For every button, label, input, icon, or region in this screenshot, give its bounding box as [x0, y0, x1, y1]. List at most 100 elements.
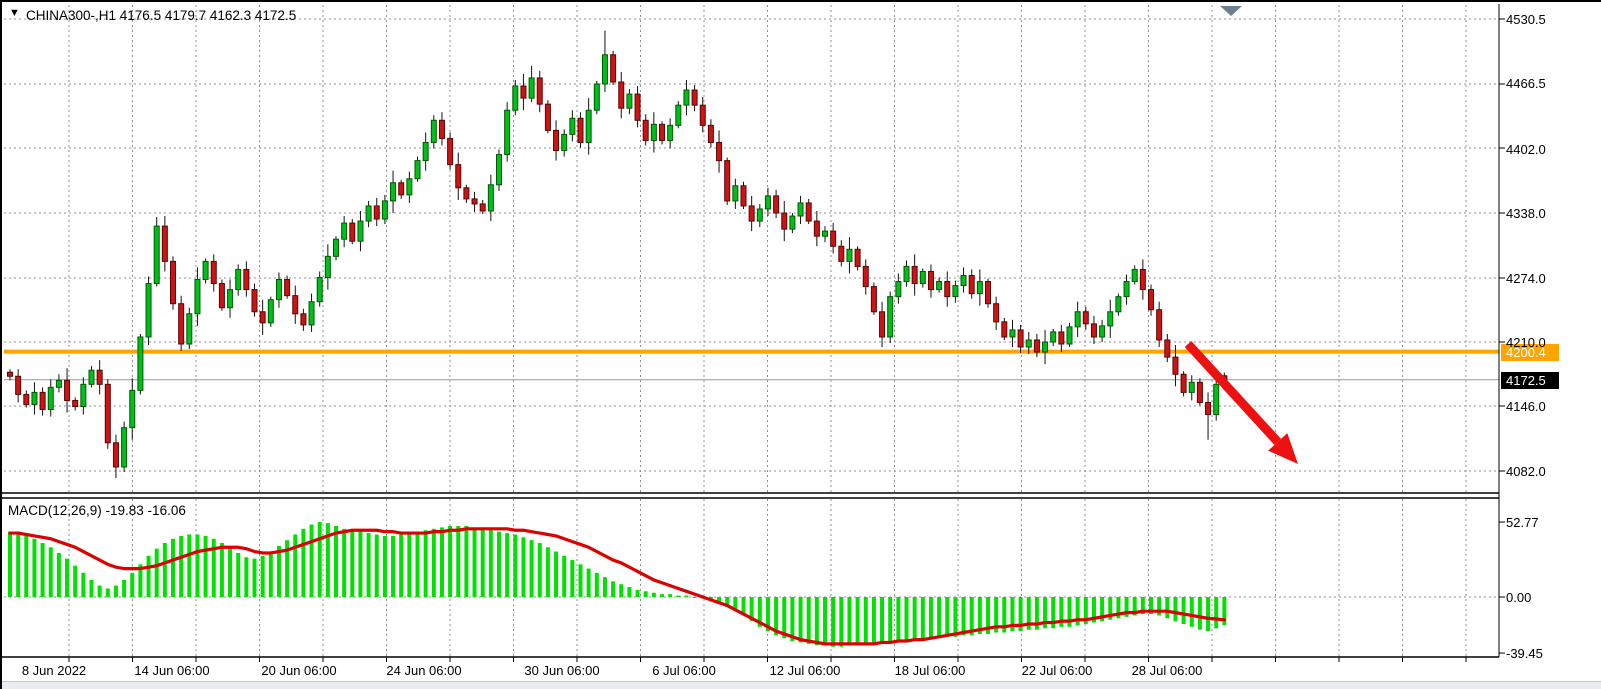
- candle-bear[interactable]: [456, 165, 461, 188]
- candle-bear[interactable]: [635, 94, 640, 120]
- candle-bear[interactable]: [928, 271, 933, 289]
- candle-bear[interactable]: [73, 400, 78, 406]
- candle-bull[interactable]: [847, 249, 852, 261]
- candle-bull[interactable]: [1116, 297, 1121, 312]
- candle-bull[interactable]: [342, 223, 347, 239]
- candle-bull[interactable]: [488, 185, 493, 211]
- candle-bear[interactable]: [1002, 322, 1007, 337]
- candle-bear[interactable]: [1140, 269, 1145, 289]
- candle-bear[interactable]: [464, 188, 469, 199]
- candle-bull[interactable]: [602, 55, 607, 84]
- candle-bear[interactable]: [211, 261, 216, 283]
- candle-bull[interactable]: [627, 94, 632, 108]
- candle-bear[interactable]: [472, 199, 477, 204]
- candle-bull[interactable]: [391, 183, 396, 201]
- candle-bear[interactable]: [969, 275, 974, 293]
- candle-bull[interactable]: [268, 300, 273, 323]
- candle-bull[interactable]: [56, 380, 61, 387]
- candle-bear[interactable]: [1034, 340, 1039, 352]
- candle-bull[interactable]: [1132, 269, 1137, 281]
- candle-bear[interactable]: [399, 183, 404, 195]
- candle-bear[interactable]: [741, 186, 746, 206]
- candle-bull[interactable]: [823, 231, 828, 236]
- candle-bear[interactable]: [863, 266, 868, 286]
- candle-bull[interactable]: [48, 387, 53, 409]
- chart-shift-marker-icon[interactable]: [1220, 6, 1242, 16]
- candle-bear[interactable]: [774, 196, 779, 213]
- candle-bear[interactable]: [749, 206, 754, 221]
- candle-bear[interactable]: [717, 142, 722, 160]
- candle-bull[interactable]: [953, 286, 958, 297]
- candle-bull[interactable]: [684, 90, 689, 105]
- candle-bear[interactable]: [301, 314, 306, 325]
- candle-bull[interactable]: [236, 269, 241, 289]
- candle-bull[interactable]: [513, 86, 518, 110]
- candle-bear[interactable]: [285, 280, 290, 296]
- candle-bear[interactable]: [839, 246, 844, 261]
- candle-bear[interactable]: [619, 82, 624, 108]
- candle-bear[interactable]: [24, 394, 29, 404]
- candle-bull[interactable]: [415, 161, 420, 179]
- candle-bear[interactable]: [480, 204, 485, 211]
- candle-bull[interactable]: [562, 134, 567, 150]
- candle-bear[interactable]: [578, 118, 583, 142]
- candle-bull[interactable]: [497, 155, 502, 185]
- candle-bull[interactable]: [187, 314, 192, 344]
- candle-bear[interactable]: [814, 221, 819, 236]
- candle-bull[interactable]: [668, 125, 673, 140]
- candle-bear[interactable]: [1165, 340, 1170, 357]
- candle-bear[interactable]: [105, 384, 110, 442]
- candle-bear[interactable]: [643, 120, 648, 140]
- candle-bear[interactable]: [1197, 382, 1202, 402]
- candle-bull[interactable]: [1067, 327, 1072, 344]
- candle-bull[interactable]: [81, 384, 86, 406]
- candle-bear[interactable]: [113, 443, 118, 467]
- candle-bull[interactable]: [366, 206, 371, 221]
- candle-bull[interactable]: [757, 209, 762, 221]
- candle-bull[interactable]: [937, 282, 942, 290]
- symbol-dropdown-icon[interactable]: ▼: [9, 7, 20, 19]
- candle-bear[interactable]: [448, 138, 453, 164]
- candle-bull[interactable]: [146, 284, 151, 337]
- candle-bear[interactable]: [880, 312, 885, 337]
- candle-bull[interactable]: [798, 203, 803, 216]
- candle-bull[interactable]: [977, 282, 982, 294]
- candle-bull[interactable]: [1124, 282, 1129, 297]
- candle-bear[interactable]: [855, 249, 860, 266]
- candle-bear[interactable]: [692, 90, 697, 105]
- candle-bull[interactable]: [276, 280, 281, 300]
- candle-bear[interactable]: [97, 370, 102, 384]
- candle-bear[interactable]: [65, 380, 70, 400]
- candle-bull[interactable]: [423, 142, 428, 160]
- candle-bear[interactable]: [806, 203, 811, 221]
- candle-bear[interactable]: [16, 376, 21, 394]
- candle-bull[interactable]: [896, 282, 901, 297]
- candle-bear[interactable]: [439, 120, 444, 138]
- candle-bull[interactable]: [586, 110, 591, 142]
- candle-bull[interactable]: [765, 196, 770, 209]
- candle-bull[interactable]: [154, 226, 159, 283]
- candle-bull[interactable]: [1214, 384, 1219, 414]
- candle-bull[interactable]: [317, 278, 322, 302]
- candle-bull[interactable]: [676, 105, 681, 125]
- candle-bear[interactable]: [1083, 312, 1088, 324]
- candle-bull[interactable]: [570, 118, 575, 134]
- candle-bear[interactable]: [171, 261, 176, 303]
- candle-bear[interactable]: [871, 287, 876, 312]
- candle-bear[interactable]: [8, 372, 13, 376]
- candle-bull[interactable]: [334, 239, 339, 256]
- candle-bull[interactable]: [961, 275, 966, 285]
- candle-bear[interactable]: [350, 223, 355, 241]
- candle-bear[interactable]: [545, 104, 550, 130]
- candle-bear[interactable]: [725, 161, 730, 201]
- candle-bear[interactable]: [1173, 357, 1178, 374]
- candle-bull[interactable]: [431, 120, 436, 142]
- candle-bear[interactable]: [521, 86, 526, 98]
- candle-bull[interactable]: [1043, 342, 1048, 352]
- candle-bull[interactable]: [228, 290, 233, 308]
- candle-bear[interactable]: [252, 290, 257, 312]
- candle-bear[interactable]: [945, 282, 950, 297]
- candle-bear[interactable]: [1157, 310, 1162, 340]
- candle-bull[interactable]: [888, 297, 893, 337]
- candle-bear[interactable]: [293, 296, 298, 314]
